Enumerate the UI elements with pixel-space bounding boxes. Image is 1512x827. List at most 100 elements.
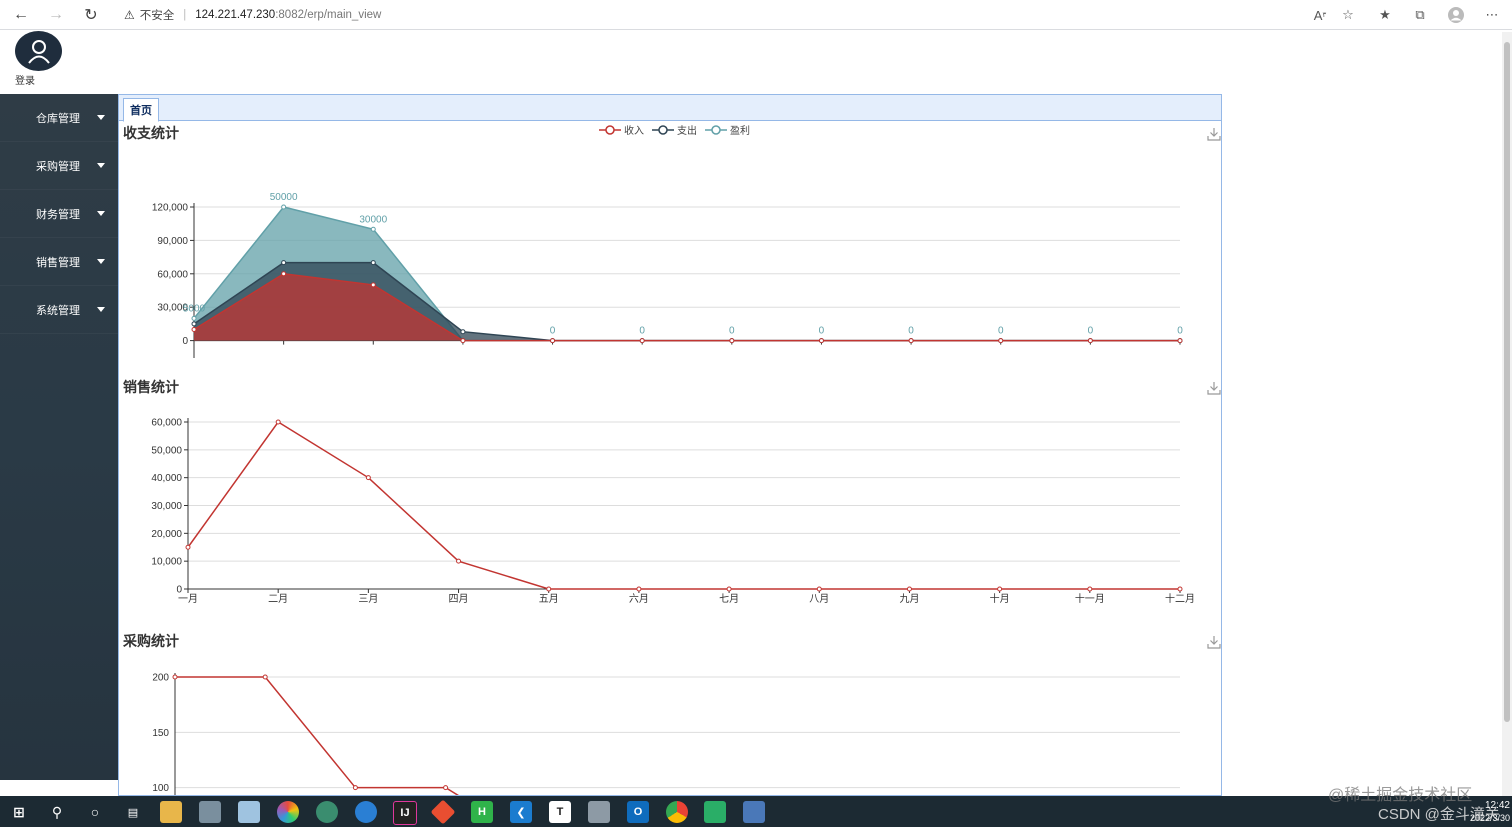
data-point bbox=[639, 338, 645, 344]
vscode-icon[interactable]: ❮ bbox=[510, 801, 532, 823]
y-tick-label: 10,000 bbox=[151, 557, 182, 568]
sidebar-item-finance[interactable]: 财务管理 bbox=[0, 190, 118, 238]
x-tick-label: 三月 bbox=[358, 593, 378, 605]
y-tick-label: 60,000 bbox=[151, 418, 182, 429]
tab-home[interactable]: 首页 bbox=[123, 98, 159, 122]
y-tick-label: 0 bbox=[182, 336, 188, 347]
scrollbar-thumb[interactable] bbox=[1504, 42, 1510, 722]
y-tick-label: 120,000 bbox=[152, 203, 189, 214]
purchase-line bbox=[175, 676, 459, 795]
tab-bar: 首页 bbox=[119, 94, 1221, 122]
y-tick-label: 60,000 bbox=[157, 269, 188, 280]
wechat-icon[interactable] bbox=[704, 801, 726, 823]
data-point bbox=[262, 674, 268, 680]
hbuilder-icon[interactable]: H bbox=[471, 801, 493, 823]
y-tick-label: 100 bbox=[152, 783, 169, 794]
purchase-chart: 100 150 200 bbox=[152, 673, 1180, 795]
collections-icon[interactable]: ⧉ bbox=[1410, 5, 1430, 25]
data-label: 0 bbox=[819, 326, 825, 337]
refresh-icon[interactable]: ↻ bbox=[80, 4, 102, 26]
url-host: 124.221.47.230 bbox=[195, 9, 276, 21]
data-point bbox=[352, 785, 358, 791]
windows-start-icon[interactable]: ⊞ bbox=[8, 801, 30, 823]
legend-label: 收入 bbox=[624, 126, 644, 137]
outlook-icon[interactable]: O bbox=[627, 801, 649, 823]
legend-item-income[interactable]: 收入 bbox=[599, 122, 644, 137]
intellij-icon[interactable]: IJ bbox=[393, 801, 417, 825]
sidebar-item-label: 销售管理 bbox=[36, 257, 80, 269]
download-icon[interactable] bbox=[1207, 381, 1221, 395]
file-explorer-icon[interactable] bbox=[160, 801, 182, 823]
remote-desktop-icon[interactable] bbox=[743, 801, 765, 823]
sidebar-item-system[interactable]: 系统管理 bbox=[0, 286, 118, 334]
watermark-csdn: CSDN @金斗潼关 bbox=[1378, 806, 1500, 823]
user-area: 登录 bbox=[14, 31, 64, 87]
app-icon[interactable] bbox=[199, 801, 221, 823]
search-icon[interactable]: ⚲ bbox=[46, 801, 68, 823]
forward-icon[interactable]: → bbox=[45, 4, 67, 26]
browser-toolbar: ← → ↻ ⚠ 不安全 | 124.221.47.230:8082/erp/ma… bbox=[0, 0, 1512, 30]
y-tick-label: 200 bbox=[152, 673, 169, 684]
browser-icon[interactable] bbox=[316, 801, 338, 823]
data-label: 0 bbox=[550, 326, 556, 337]
sidebar-item-label: 系统管理 bbox=[36, 305, 80, 317]
data-point bbox=[1087, 338, 1093, 344]
x-tick-label: 八月 bbox=[809, 593, 829, 605]
data-point bbox=[443, 785, 449, 791]
purchase-chart-title: 采购统计 bbox=[123, 633, 179, 649]
back-icon[interactable]: ← bbox=[10, 4, 32, 26]
profile-icon[interactable] bbox=[1446, 5, 1466, 25]
legend-item-expense[interactable]: 支出 bbox=[652, 122, 697, 137]
sidebar-item-purchase[interactable]: 采购管理 bbox=[0, 142, 118, 190]
legend-label: 支出 bbox=[677, 126, 697, 137]
data-label: 0 bbox=[1177, 326, 1183, 337]
read-aloud-icon[interactable]: A٣ bbox=[1310, 5, 1330, 25]
login-link[interactable]: 登录 bbox=[15, 72, 35, 87]
task-view-icon[interactable]: ▤ bbox=[122, 801, 144, 823]
favorite-add-icon[interactable]: ☆ bbox=[1338, 5, 1358, 25]
data-point bbox=[275, 419, 281, 425]
user-avatar-icon[interactable] bbox=[15, 31, 62, 71]
data-point bbox=[191, 315, 197, 321]
cortana-icon[interactable]: ○ bbox=[84, 801, 106, 823]
data-point bbox=[729, 338, 735, 344]
address-bar[interactable]: ⚠ 不安全 | 124.221.47.230:8082/erp/main_vie… bbox=[114, 3, 1369, 27]
y-tick-label: 90,000 bbox=[157, 236, 188, 247]
paint-icon[interactable] bbox=[277, 801, 299, 823]
data-point bbox=[281, 204, 287, 210]
x-tick-label: 九月 bbox=[899, 593, 919, 605]
data-label: 30000 bbox=[359, 214, 387, 225]
typora-icon[interactable]: T bbox=[549, 801, 571, 823]
y-tick-label: 150 bbox=[152, 728, 169, 739]
data-label: 5000 bbox=[183, 303, 206, 314]
sidebar-item-sales[interactable]: 销售管理 bbox=[0, 238, 118, 286]
app-icon[interactable] bbox=[238, 801, 260, 823]
data-point bbox=[997, 586, 1003, 592]
data-label: 50000 bbox=[270, 192, 298, 203]
sidebar-item-warehouse[interactable]: 仓库管理 bbox=[0, 94, 118, 142]
download-icon[interactable] bbox=[1207, 635, 1221, 649]
data-point bbox=[816, 586, 822, 592]
finance-chart: -30,000030,00060,00090,000120,000一月二月三月四… bbox=[152, 192, 1183, 358]
data-point bbox=[906, 586, 912, 592]
data-point bbox=[1087, 586, 1093, 592]
git-icon[interactable] bbox=[430, 799, 456, 825]
download-icon[interactable] bbox=[1207, 127, 1221, 141]
data-point bbox=[456, 558, 462, 564]
x-tick-label: 七月 bbox=[719, 593, 739, 605]
caret-down-icon bbox=[97, 307, 105, 312]
more-menu-icon[interactable]: ⋯ bbox=[1482, 5, 1502, 25]
data-point bbox=[370, 226, 376, 232]
app-icon[interactable] bbox=[588, 801, 610, 823]
insecure-label: 不安全 bbox=[139, 10, 175, 22]
data-point bbox=[1177, 586, 1183, 592]
edge-icon[interactable] bbox=[355, 801, 377, 823]
x-tick-label: 十一月 bbox=[1075, 592, 1105, 605]
data-point bbox=[636, 586, 642, 592]
favorites-icon[interactable]: ★ bbox=[1375, 5, 1395, 25]
legend-item-profit[interactable]: 盈利 bbox=[705, 122, 750, 137]
chrome-icon[interactable] bbox=[666, 801, 688, 823]
data-point bbox=[191, 326, 197, 332]
data-point bbox=[370, 282, 376, 288]
page-scrollbar[interactable] bbox=[1502, 32, 1512, 796]
